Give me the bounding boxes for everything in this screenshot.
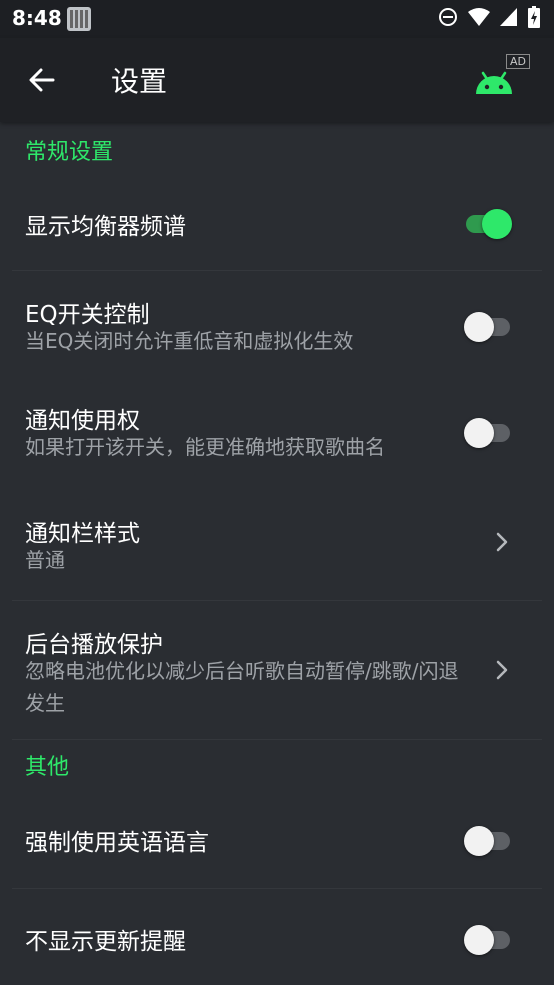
setting-title: 不显示更新提醒	[25, 929, 186, 955]
battery-icon	[528, 6, 540, 28]
setting-notification-style[interactable]: 通知栏样式 普通	[0, 487, 554, 600]
page-title: 设置	[111, 65, 168, 98]
setting-background-protection[interactable]: 后台播放保护 忽略电池优化以减少后台听歌自动暂停/跳歌/闪退发生	[0, 601, 554, 739]
setting-force-english[interactable]: 强制使用英语语言	[0, 788, 554, 888]
toggle-thumb	[464, 312, 494, 342]
section-header-other: 其他	[25, 755, 70, 780]
equalizer-spectrum-toggle[interactable]	[464, 204, 512, 240]
setting-title: 强制使用英语语言	[25, 830, 209, 856]
setting-hide-update-reminder[interactable]: 不显示更新提醒	[0, 889, 554, 985]
setting-title: 显示均衡器频谱	[25, 214, 186, 240]
setting-title: EQ开关控制	[25, 302, 150, 328]
setting-title: 通知使用权	[25, 408, 140, 434]
status-icons	[438, 6, 540, 28]
notification-access-toggle[interactable]	[464, 413, 512, 449]
status-bar: 8:48	[0, 0, 554, 38]
ad-tag: AD	[506, 54, 530, 69]
toggle-thumb	[464, 826, 494, 856]
chevron-right-icon	[496, 660, 508, 680]
do-not-disturb-icon	[439, 8, 457, 26]
hide-update-reminder-toggle[interactable]	[464, 920, 512, 956]
setting-subtitle: 忽略电池优化以减少后台听歌自动暂停/跳歌/闪退发生	[25, 659, 459, 715]
setting-notification-access[interactable]: 通知使用权 如果打开该开关，能更准确地获取歌曲名	[0, 379, 554, 487]
keyboard-icon	[67, 7, 91, 31]
setting-subtitle: 普通	[25, 548, 65, 572]
signal-icon	[500, 8, 517, 26]
wifi-icon	[468, 8, 490, 26]
status-time: 8:48	[12, 6, 62, 30]
setting-title: 通知栏样式	[25, 521, 140, 547]
setting-title: 后台播放保护	[25, 632, 163, 658]
chevron-right-icon	[496, 532, 508, 552]
eq-switch-toggle[interactable]	[464, 307, 512, 343]
setting-equalizer-spectrum[interactable]: 显示均衡器频谱	[0, 174, 554, 270]
divider	[12, 739, 542, 740]
android-icon	[476, 71, 512, 94]
toggle-thumb	[464, 418, 494, 448]
force-english-toggle[interactable]	[464, 821, 512, 857]
section-header-general: 常规设置	[25, 140, 114, 165]
setting-subtitle: 当EQ关闭时允许重低音和虚拟化生效	[25, 329, 354, 353]
back-arrow-icon	[29, 68, 55, 92]
back-button[interactable]	[18, 58, 66, 102]
ad-button[interactable]: AD	[474, 52, 530, 108]
toggle-thumb	[464, 925, 494, 955]
toggle-thumb	[482, 209, 512, 239]
app-bar: 设置 AD	[0, 38, 554, 122]
setting-subtitle: 如果打开该开关，能更准确地获取歌曲名	[25, 435, 385, 459]
setting-eq-switch[interactable]: EQ开关控制 当EQ关闭时允许重低音和虚拟化生效	[0, 271, 554, 379]
